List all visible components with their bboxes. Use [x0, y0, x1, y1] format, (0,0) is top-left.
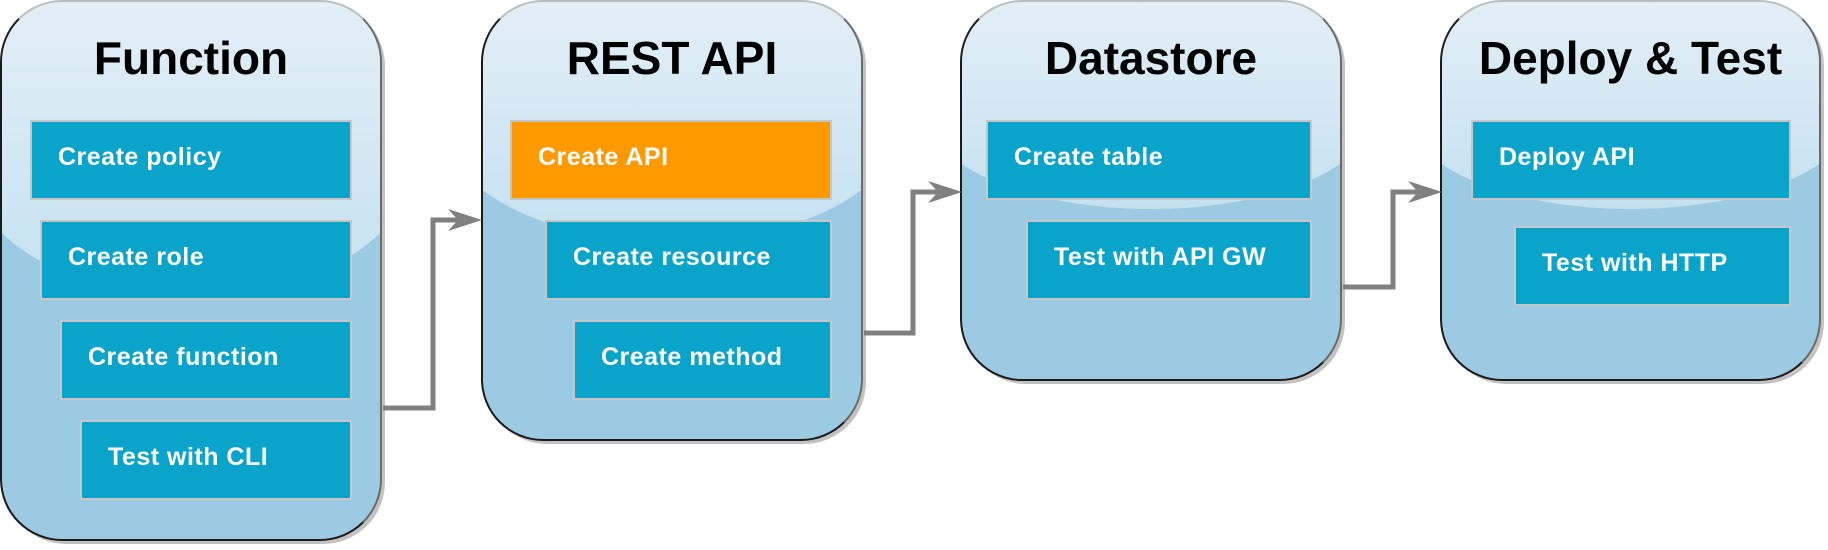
stage-title: Deploy & Test — [1478, 32, 1783, 84]
connector-function-to-rest-api — [383, 217, 462, 411]
step-label: Create resource — [573, 243, 771, 271]
stage-title: REST API — [566, 32, 778, 84]
step-create-function[interactable]: Create function — [60, 320, 352, 400]
step-create-resource[interactable]: Create resource — [545, 220, 832, 300]
step-label: Create function — [88, 343, 279, 371]
step-label: Create policy — [58, 143, 222, 171]
step-test-with-http[interactable]: Test with HTTP — [1514, 226, 1791, 306]
arrowhead-icon — [928, 181, 962, 203]
connector-datastore-to-deploy — [1343, 189, 1422, 290]
step-label: Test with HTTP — [1542, 249, 1728, 277]
step-test-with-api-gw[interactable]: Test with API GW — [1026, 220, 1312, 300]
arrowhead-icon — [1408, 181, 1442, 203]
step-create-role[interactable]: Create role — [40, 220, 352, 300]
stage-title: Function — [93, 32, 289, 84]
step-test-with-cli[interactable]: Test with CLI — [80, 420, 352, 500]
step-create-api[interactable]: Create API — [510, 120, 832, 200]
step-deploy-api[interactable]: Deploy API — [1471, 120, 1791, 200]
step-create-method[interactable]: Create method — [573, 320, 832, 400]
arrowhead-icon — [448, 209, 482, 231]
step-label: Create role — [68, 243, 205, 271]
step-create-table[interactable]: Create table — [986, 120, 1312, 200]
step-label: Test with CLI — [108, 443, 269, 471]
connector-rest-api-to-datastore — [864, 189, 942, 336]
step-create-policy[interactable]: Create policy — [30, 120, 352, 200]
step-label: Create table — [1014, 143, 1164, 171]
stage-title: Datastore — [1044, 32, 1258, 84]
step-label: Create method — [601, 343, 783, 371]
step-label: Test with API GW — [1054, 243, 1267, 271]
step-label: Deploy API — [1499, 143, 1636, 171]
step-label: Create API — [538, 143, 669, 171]
